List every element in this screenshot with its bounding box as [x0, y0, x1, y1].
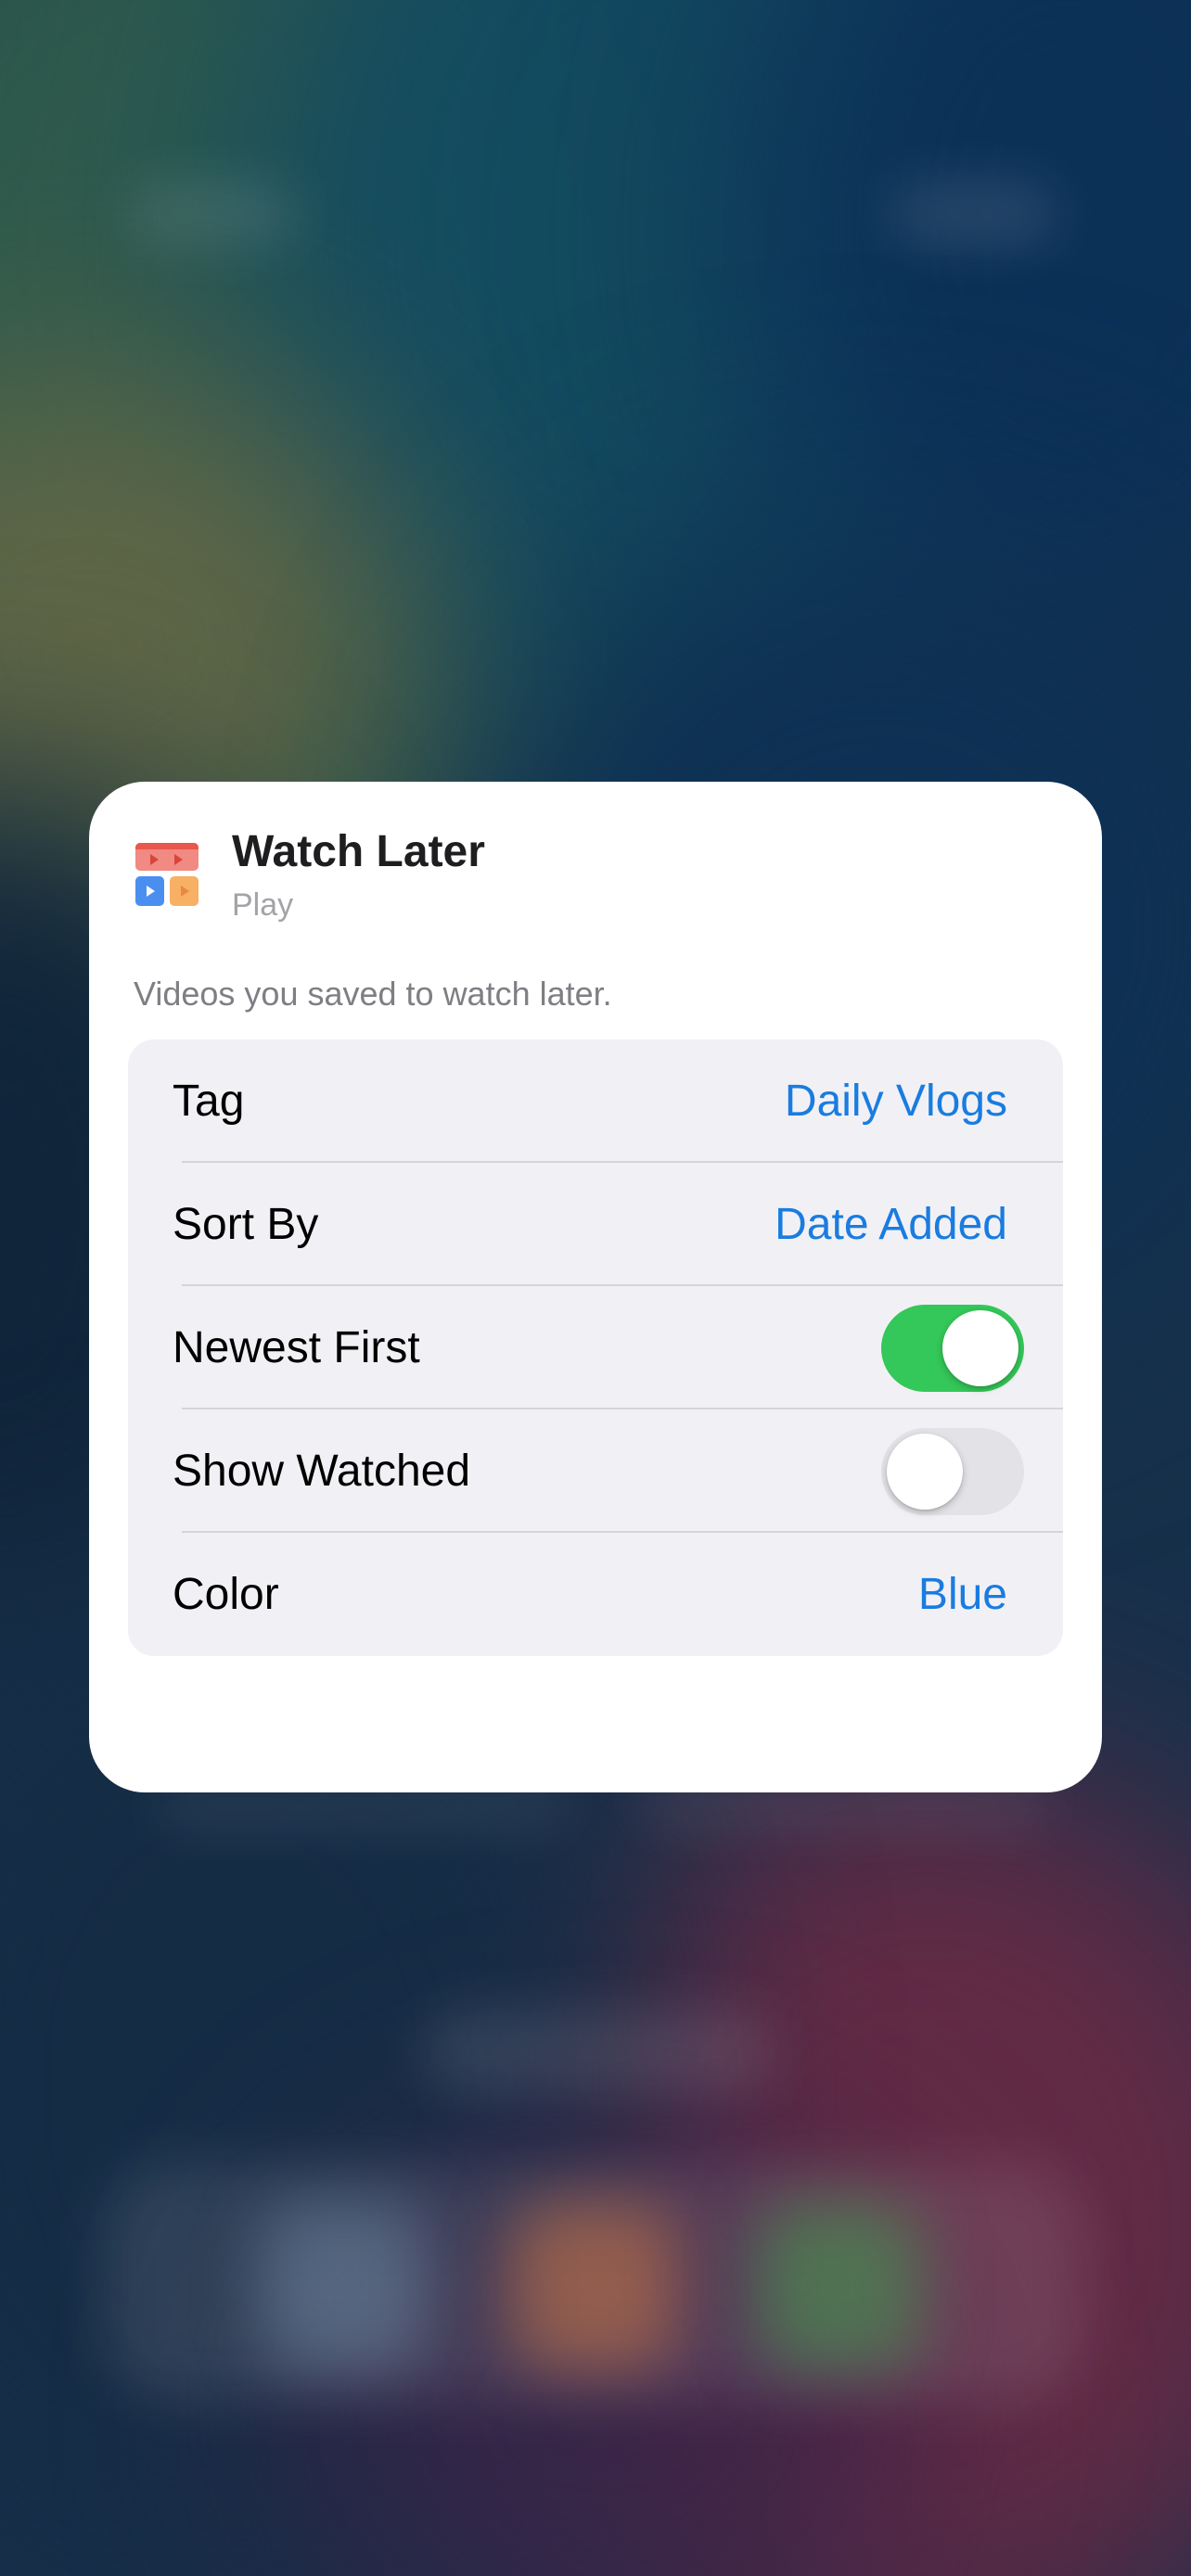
show-watched-toggle[interactable] [881, 1428, 1024, 1515]
blurred-dock-app [260, 2202, 427, 2369]
blurred-dock-app [510, 2202, 677, 2369]
icon-tile-blue [135, 876, 164, 906]
tag-value[interactable]: Daily Vlogs [785, 1039, 1007, 1163]
widget-config-card: Watch Later Play Videos you saved to wat… [89, 782, 1102, 1792]
toggle-knob [887, 1434, 963, 1510]
icon-tile-bar [135, 843, 198, 849]
setting-label: Newest First [173, 1323, 420, 1372]
setting-row-sort-by[interactable]: Sort By Date Added [128, 1163, 1063, 1286]
blurred-dock-app [756, 2202, 923, 2369]
setting-label: Color [173, 1570, 279, 1619]
play-icon [150, 854, 159, 865]
color-value[interactable]: Blue [918, 1533, 1007, 1656]
widget-app-name: Play [232, 887, 294, 923]
watch-later-app-icon [135, 843, 198, 906]
newest-first-toggle[interactable] [881, 1305, 1024, 1392]
sort-by-value[interactable]: Date Added [775, 1163, 1007, 1286]
blurred-search-pill [422, 2008, 775, 2096]
toggle-knob [942, 1310, 1018, 1386]
setting-row-color[interactable]: Color Blue [128, 1533, 1063, 1656]
widget-title: Watch Later [232, 827, 485, 876]
icon-tile-orange [170, 876, 198, 906]
blurred-status-item [130, 181, 297, 246]
play-icon [174, 854, 183, 865]
setting-row-newest-first: Newest First [128, 1286, 1063, 1409]
widget-settings-list: Tag Daily Vlogs Sort By Date Added Newes… [128, 1039, 1063, 1656]
setting-row-tag[interactable]: Tag Daily Vlogs [128, 1039, 1063, 1163]
setting-label: Sort By [173, 1200, 319, 1249]
play-icon [147, 886, 155, 897]
setting-label: Tag [173, 1077, 245, 1126]
widget-description: Videos you saved to watch later. [134, 975, 612, 1013]
blurred-status-item [890, 181, 1057, 246]
play-icon [181, 886, 189, 897]
setting-row-show-watched: Show Watched [128, 1409, 1063, 1533]
icon-tile-red [135, 843, 198, 871]
setting-label: Show Watched [173, 1447, 471, 1496]
